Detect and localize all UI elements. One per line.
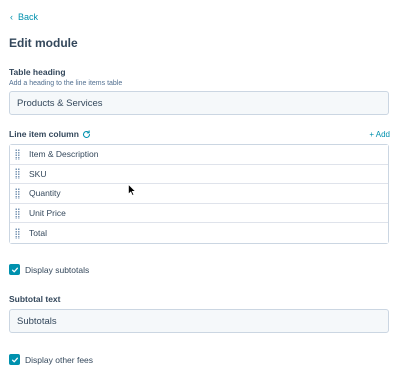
display-subtotals-label: Display subtotals <box>25 264 90 275</box>
column-item-label: SKU <box>29 168 47 179</box>
add-column-button[interactable]: + Add <box>369 130 390 139</box>
checkbox-checked-icon[interactable] <box>9 264 20 275</box>
column-item-unit-price[interactable]: Unit Price <box>10 203 388 224</box>
column-item-label: Quantity <box>29 188 61 199</box>
chevron-left-icon: ‹ <box>10 11 13 22</box>
display-subtotals-checkbox[interactable]: Display subtotals <box>9 264 89 275</box>
refresh-icon[interactable] <box>82 129 91 139</box>
column-item-item-description[interactable]: Item & Description <box>10 145 388 165</box>
table-heading-label: Table heading <box>9 67 66 77</box>
drag-handle-icon[interactable] <box>15 148 20 160</box>
drag-handle-icon[interactable] <box>15 187 20 199</box>
column-item-label: Unit Price <box>29 208 66 219</box>
display-other-fees-label: Display other fees <box>25 354 94 365</box>
drag-handle-icon[interactable] <box>15 207 20 219</box>
line-item-column-label: Line item column <box>9 129 79 139</box>
line-item-column-header: Line item column + Add <box>9 128 390 140</box>
table-heading-help: Add a heading to the line items table <box>9 80 123 87</box>
display-other-fees-checkbox[interactable]: Display other fees <box>9 354 93 365</box>
subtotal-text-input[interactable] <box>9 309 389 333</box>
table-heading-input[interactable] <box>9 91 389 115</box>
subtotal-text-label: Subtotal text <box>9 294 61 304</box>
line-item-column-label-wrap: Line item column <box>9 129 91 139</box>
column-item-total[interactable]: Total <box>10 223 388 243</box>
drag-handle-icon[interactable] <box>15 168 20 180</box>
drag-handle-icon[interactable] <box>15 227 20 239</box>
back-label: Back <box>18 12 39 22</box>
column-item-sku[interactable]: SKU <box>10 164 388 185</box>
page-title: Edit module <box>9 36 78 50</box>
column-item-label: Total <box>29 228 47 239</box>
checkbox-checked-icon[interactable] <box>9 354 20 365</box>
back-link[interactable]: ‹ Back <box>10 12 38 22</box>
column-item-quantity[interactable]: Quantity <box>10 184 388 204</box>
line-item-column-list: Item & Description SKU Quantity Unit Pri… <box>9 144 389 244</box>
column-item-label: Item & Description <box>29 149 99 160</box>
mouse-cursor-icon <box>128 184 136 196</box>
